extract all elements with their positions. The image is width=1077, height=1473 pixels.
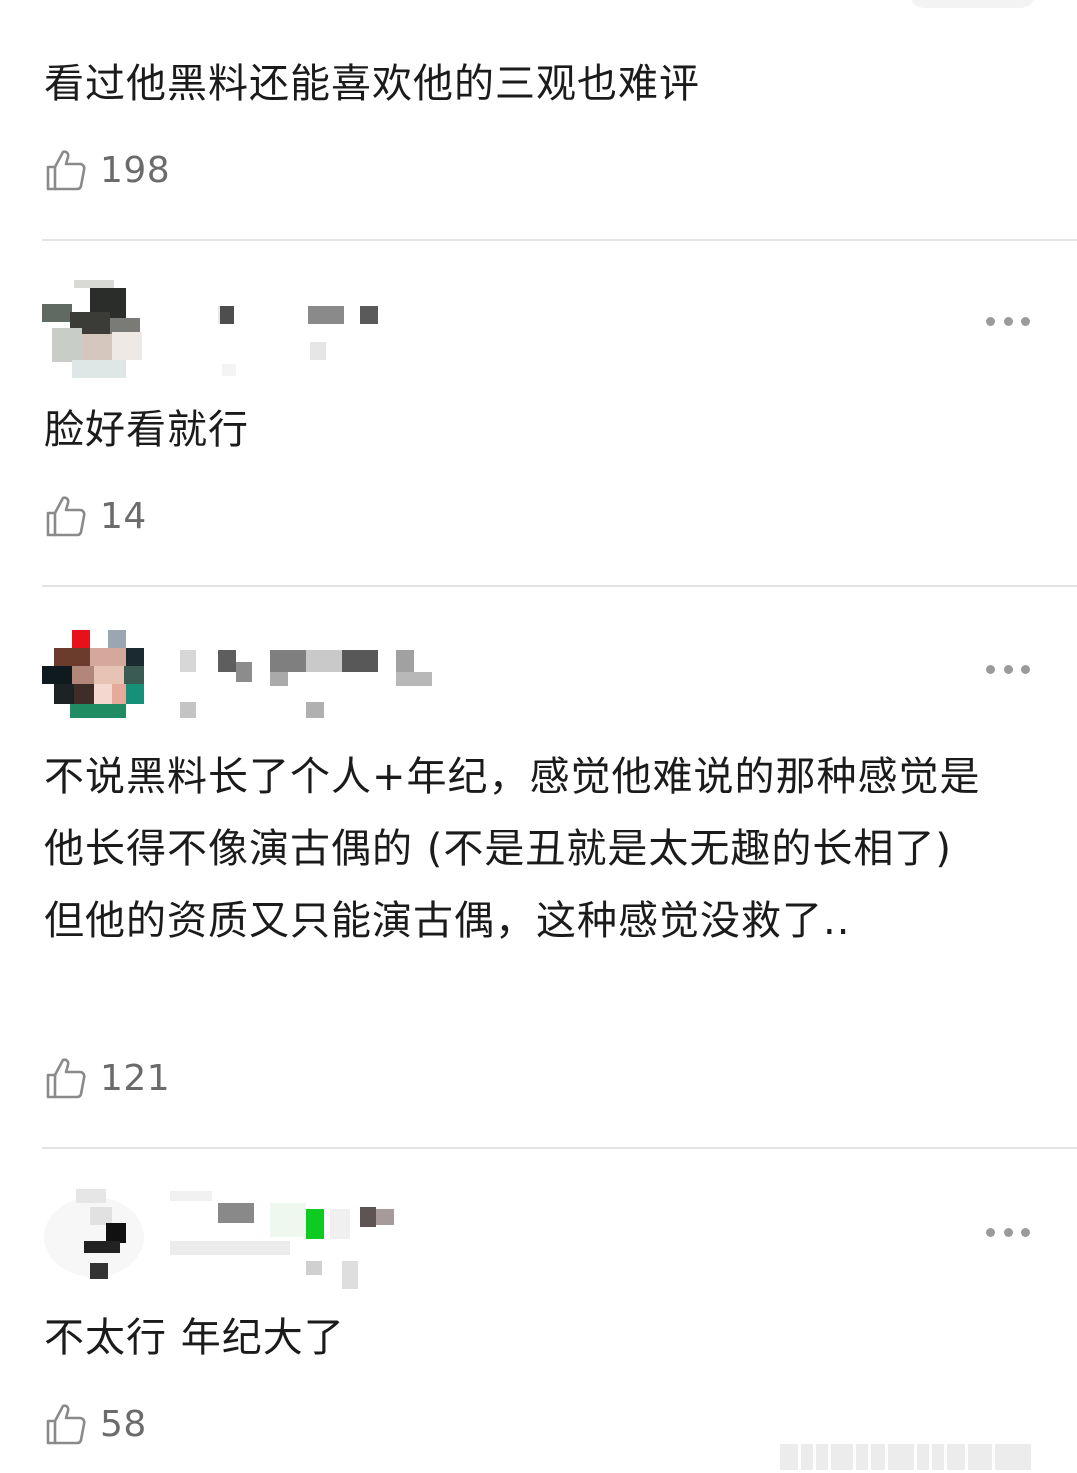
divider bbox=[42, 585, 1077, 587]
comment-text: 不说黑料长了个人+年纪，感觉他难说的那种感觉是他长得不像演古偶的 (不是丑就是太… bbox=[44, 754, 981, 944]
thumbs-up-icon bbox=[46, 1058, 86, 1099]
more-horizontal-icon[interactable] bbox=[986, 662, 1030, 676]
avatar[interactable] bbox=[40, 1183, 150, 1293]
avatar[interactable] bbox=[40, 272, 150, 382]
comment-text: 看过他黑料还能喜欢他的三观也难评 bbox=[44, 61, 700, 107]
watermark-strip bbox=[780, 1444, 1070, 1470]
thumbs-up-icon bbox=[46, 496, 86, 537]
thumbs-up-icon bbox=[46, 1404, 86, 1445]
comment-header bbox=[40, 620, 1040, 730]
comment-header bbox=[40, 1183, 1040, 1293]
like-count: 58 bbox=[100, 1403, 147, 1445]
avatar[interactable] bbox=[40, 620, 150, 730]
like-button[interactable]: 121 bbox=[44, 1053, 170, 1103]
username-mosaic[interactable] bbox=[170, 620, 510, 730]
username-mosaic[interactable] bbox=[170, 272, 510, 382]
top-partial-element bbox=[910, 0, 1035, 8]
comment-text: 脸好看就行 bbox=[44, 407, 249, 453]
divider bbox=[42, 1147, 1077, 1149]
comment-header bbox=[40, 272, 1040, 382]
username-mosaic[interactable] bbox=[170, 1183, 510, 1293]
comment-text: 不太行 年纪大了 bbox=[44, 1315, 345, 1361]
like-count: 14 bbox=[100, 495, 147, 537]
thumbs-up-icon bbox=[46, 150, 86, 191]
divider bbox=[42, 239, 1077, 241]
like-button[interactable]: 58 bbox=[44, 1399, 147, 1449]
like-button[interactable]: 198 bbox=[44, 145, 170, 195]
like-count: 198 bbox=[100, 149, 171, 191]
like-button[interactable]: 14 bbox=[44, 491, 147, 541]
more-horizontal-icon[interactable] bbox=[986, 1225, 1030, 1239]
more-horizontal-icon[interactable] bbox=[986, 314, 1030, 328]
like-count: 121 bbox=[100, 1057, 171, 1099]
